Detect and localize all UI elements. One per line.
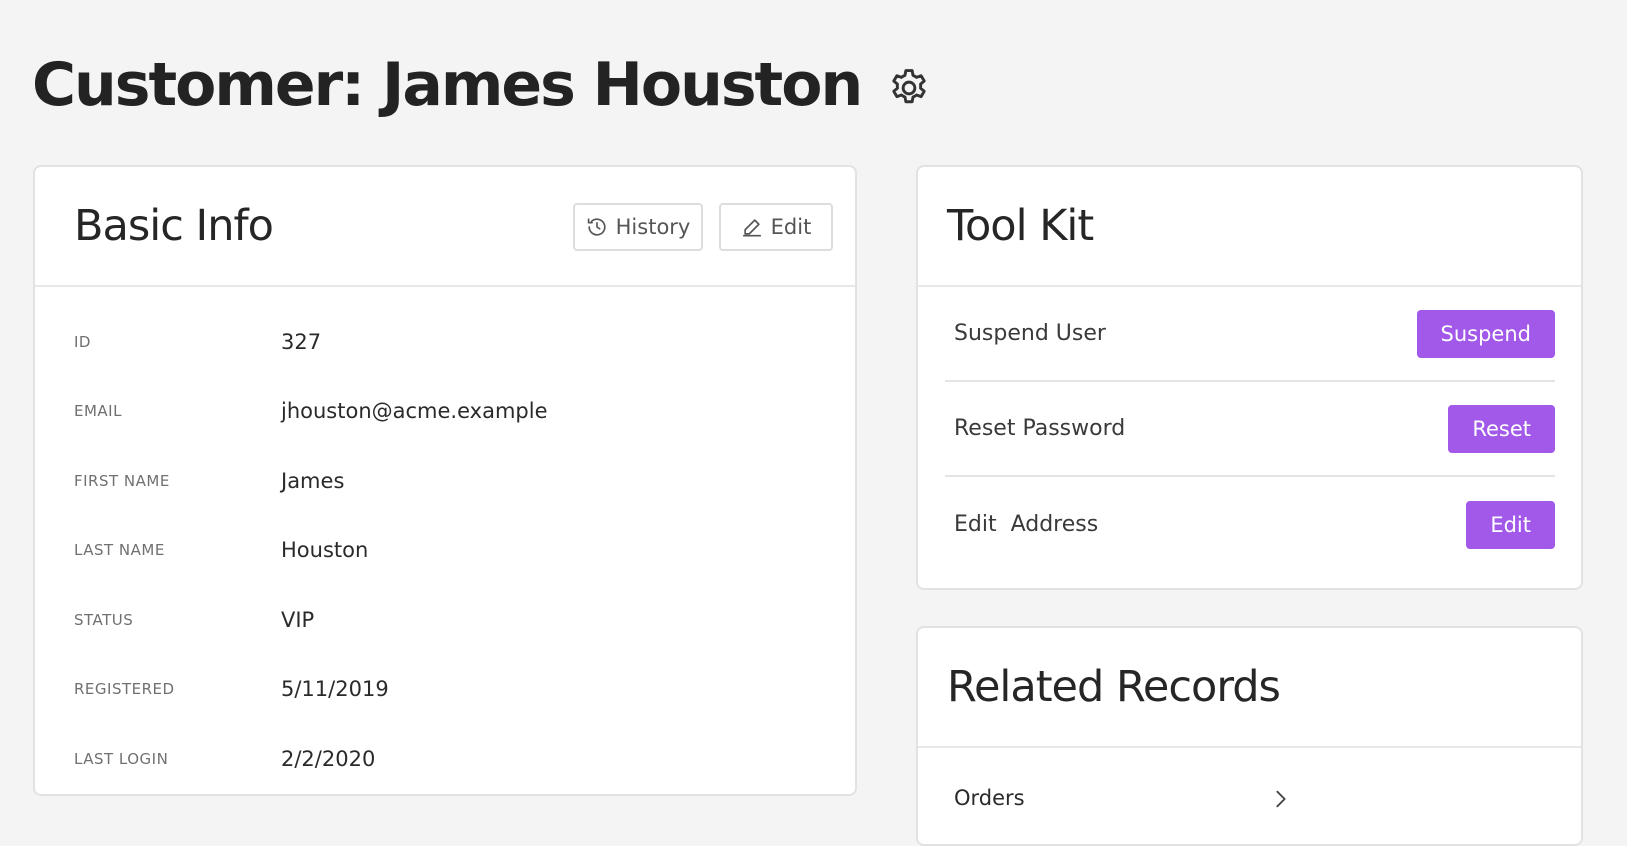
history-button-label: History (615, 215, 691, 239)
tool-label: Reset Password (954, 416, 1126, 441)
tool-kit-header: Tool Kit (918, 167, 1581, 287)
field-label: ID (74, 332, 91, 351)
related-records-card: Related Records Orders (916, 626, 1583, 846)
tool-row-edit-address: Edit Address Edit (945, 477, 1555, 572)
basic-info-fields: ID 327 EMAIL jhouston@acme.example FIRST… (35, 287, 855, 794)
field-value: Houston (281, 538, 369, 563)
field-label: REGISTERED (74, 680, 175, 699)
basic-info-header: Basic Info History Edit (35, 167, 855, 287)
tool-row-reset-password: Reset Password Reset (945, 382, 1555, 477)
field-row-status: STATUS VIP (35, 585, 855, 655)
basic-info-card: Basic Info History Edit ID 327 EMAIL jho… (33, 165, 857, 796)
edit-address-button[interactable]: Edit (1466, 500, 1555, 549)
tool-label: Edit Address (954, 512, 1099, 537)
tool-kit-title: Tool Kit (947, 201, 1094, 251)
field-value: VIP (281, 607, 315, 632)
chevron-right-icon (1276, 790, 1286, 808)
field-row-email: EMAIL jhouston@acme.example (35, 377, 855, 447)
gear-icon[interactable] (887, 66, 931, 110)
field-label: LAST NAME (74, 541, 165, 560)
field-value: 327 (281, 329, 322, 354)
pencil-icon (742, 219, 761, 237)
related-records-header: Related Records (918, 628, 1581, 748)
history-icon (587, 218, 606, 236)
edit-button[interactable]: Edit (719, 203, 833, 251)
reset-button[interactable]: Reset (1448, 404, 1555, 453)
related-records-title: Related Records (947, 662, 1281, 712)
field-label: LAST LOGIN (74, 749, 169, 768)
edit-button-label: Edit (770, 215, 812, 239)
page-title: Customer: James Houston (32, 50, 863, 120)
related-item-label: Orders (954, 786, 1025, 810)
field-value: 5/11/2019 (281, 677, 389, 702)
tool-kit-card: Tool Kit Suspend User Suspend Reset Pass… (916, 165, 1583, 590)
tool-label: Suspend User (954, 321, 1106, 346)
field-value: jhouston@acme.example (281, 399, 548, 424)
tool-row-suspend-user: Suspend User Suspend (945, 287, 1555, 382)
suspend-button[interactable]: Suspend (1416, 309, 1555, 358)
field-label: FIRST NAME (74, 471, 170, 490)
field-row-id: ID 327 (35, 307, 855, 377)
field-label: EMAIL (74, 402, 122, 421)
field-row-registered: REGISTERED 5/11/2019 (35, 655, 855, 725)
field-value: 2/2/2020 (281, 746, 376, 771)
field-row-last-login: LAST LOGIN 2/2/2020 (35, 724, 855, 794)
field-row-first-name: FIRST NAME James (35, 446, 855, 516)
field-value: James (281, 468, 345, 493)
page-header: Customer: James Houston (32, 40, 931, 130)
history-button[interactable]: History (573, 203, 703, 251)
basic-info-title: Basic Info (74, 201, 274, 251)
basic-info-actions: History Edit (573, 203, 833, 251)
field-row-last-name: LAST NAME Houston (35, 516, 855, 586)
tool-kit-actions: Suspend User Suspend Reset Password Rese… (918, 287, 1581, 572)
related-item-orders[interactable]: Orders (918, 748, 1581, 844)
field-label: STATUS (74, 610, 134, 629)
